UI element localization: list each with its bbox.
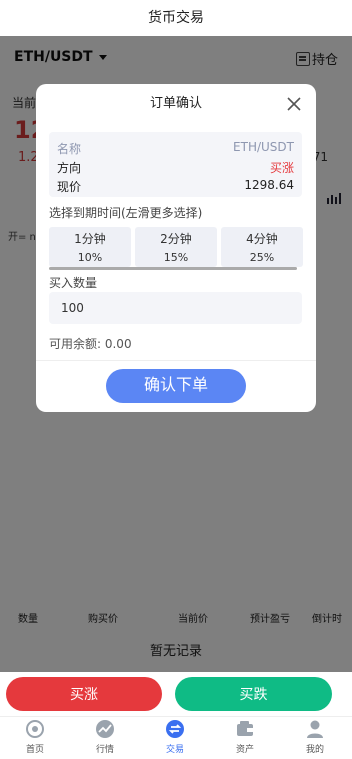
market-icon <box>96 720 114 738</box>
quantity-input[interactable] <box>49 292 302 324</box>
buy-up-button[interactable]: 买涨 <box>6 677 162 711</box>
info-row-direction: 方向 买涨 <box>57 159 294 175</box>
order-info: 名称 ETH/USDT 方向 买涨 现价 1298.64 <box>49 132 302 197</box>
period-name: 1分钟 <box>74 232 106 246</box>
info-key: 名称 <box>57 142 82 156</box>
tab-assets-label: 资产 <box>235 745 254 755</box>
quantity-label: 买入数量 <box>49 276 98 290</box>
tab-home[interactable]: 首页 <box>0 719 70 755</box>
period-option[interactable]: 2分钟 15% <box>135 227 217 267</box>
wallet-icon <box>237 721 253 736</box>
period-rate: 10% <box>77 251 103 264</box>
close-icon[interactable] <box>286 96 302 112</box>
period-rate: 25% <box>249 251 275 264</box>
info-key: 方向 <box>57 161 82 175</box>
period-option[interactable]: 1分钟 10% <box>49 227 131 267</box>
divider <box>36 360 316 361</box>
period-options[interactable]: 1分钟 10% 2分钟 15% 4分钟 25% <box>49 227 303 271</box>
confirm-order-button[interactable]: 确认下单 <box>106 369 246 403</box>
buy-down-button[interactable]: 买跌 <box>175 677 332 711</box>
period-scrollbar[interactable] <box>49 267 297 270</box>
trade-actions: 买涨 买跌 <box>0 672 352 716</box>
period-rate: 15% <box>163 251 189 264</box>
tab-market-label: 行情 <box>95 745 114 755</box>
info-key: 现价 <box>57 180 82 194</box>
tab-assets[interactable]: 资产 <box>210 719 280 755</box>
info-value: ETH/USDT <box>233 140 294 154</box>
available-balance: 可用余额: 0.00 <box>49 337 132 351</box>
user-icon <box>307 720 323 738</box>
page-title: 货币交易 <box>0 0 352 36</box>
tab-market[interactable]: 行情 <box>70 719 140 755</box>
bottom-tabbar: 首页 行情 交易 资产 我的 <box>0 716 352 759</box>
period-name: 4分钟 <box>246 232 278 246</box>
tab-trade-label: 交易 <box>165 745 184 755</box>
info-value: 1298.64 <box>244 178 294 192</box>
tab-home-label: 首页 <box>25 745 44 755</box>
tab-profile[interactable]: 我的 <box>280 719 350 755</box>
order-confirm-modal: 订单确认 名称 ETH/USDT 方向 买涨 现价 1298.64 选择到期时间… <box>36 84 316 412</box>
tab-profile-label: 我的 <box>305 745 324 755</box>
period-name: 2分钟 <box>160 232 192 246</box>
tab-trade[interactable]: 交易 <box>140 719 210 755</box>
home-icon <box>26 720 44 738</box>
modal-title: 订单确认 <box>149 96 202 111</box>
info-row-name: 名称 ETH/USDT <box>57 140 294 156</box>
period-label: 选择到期时间(左滑更多选择) <box>49 206 203 220</box>
period-option[interactable]: 4分钟 25% <box>221 227 303 267</box>
info-row-price: 现价 1298.64 <box>57 178 294 194</box>
info-value: 买涨 <box>269 161 294 175</box>
trade-icon <box>166 720 184 738</box>
